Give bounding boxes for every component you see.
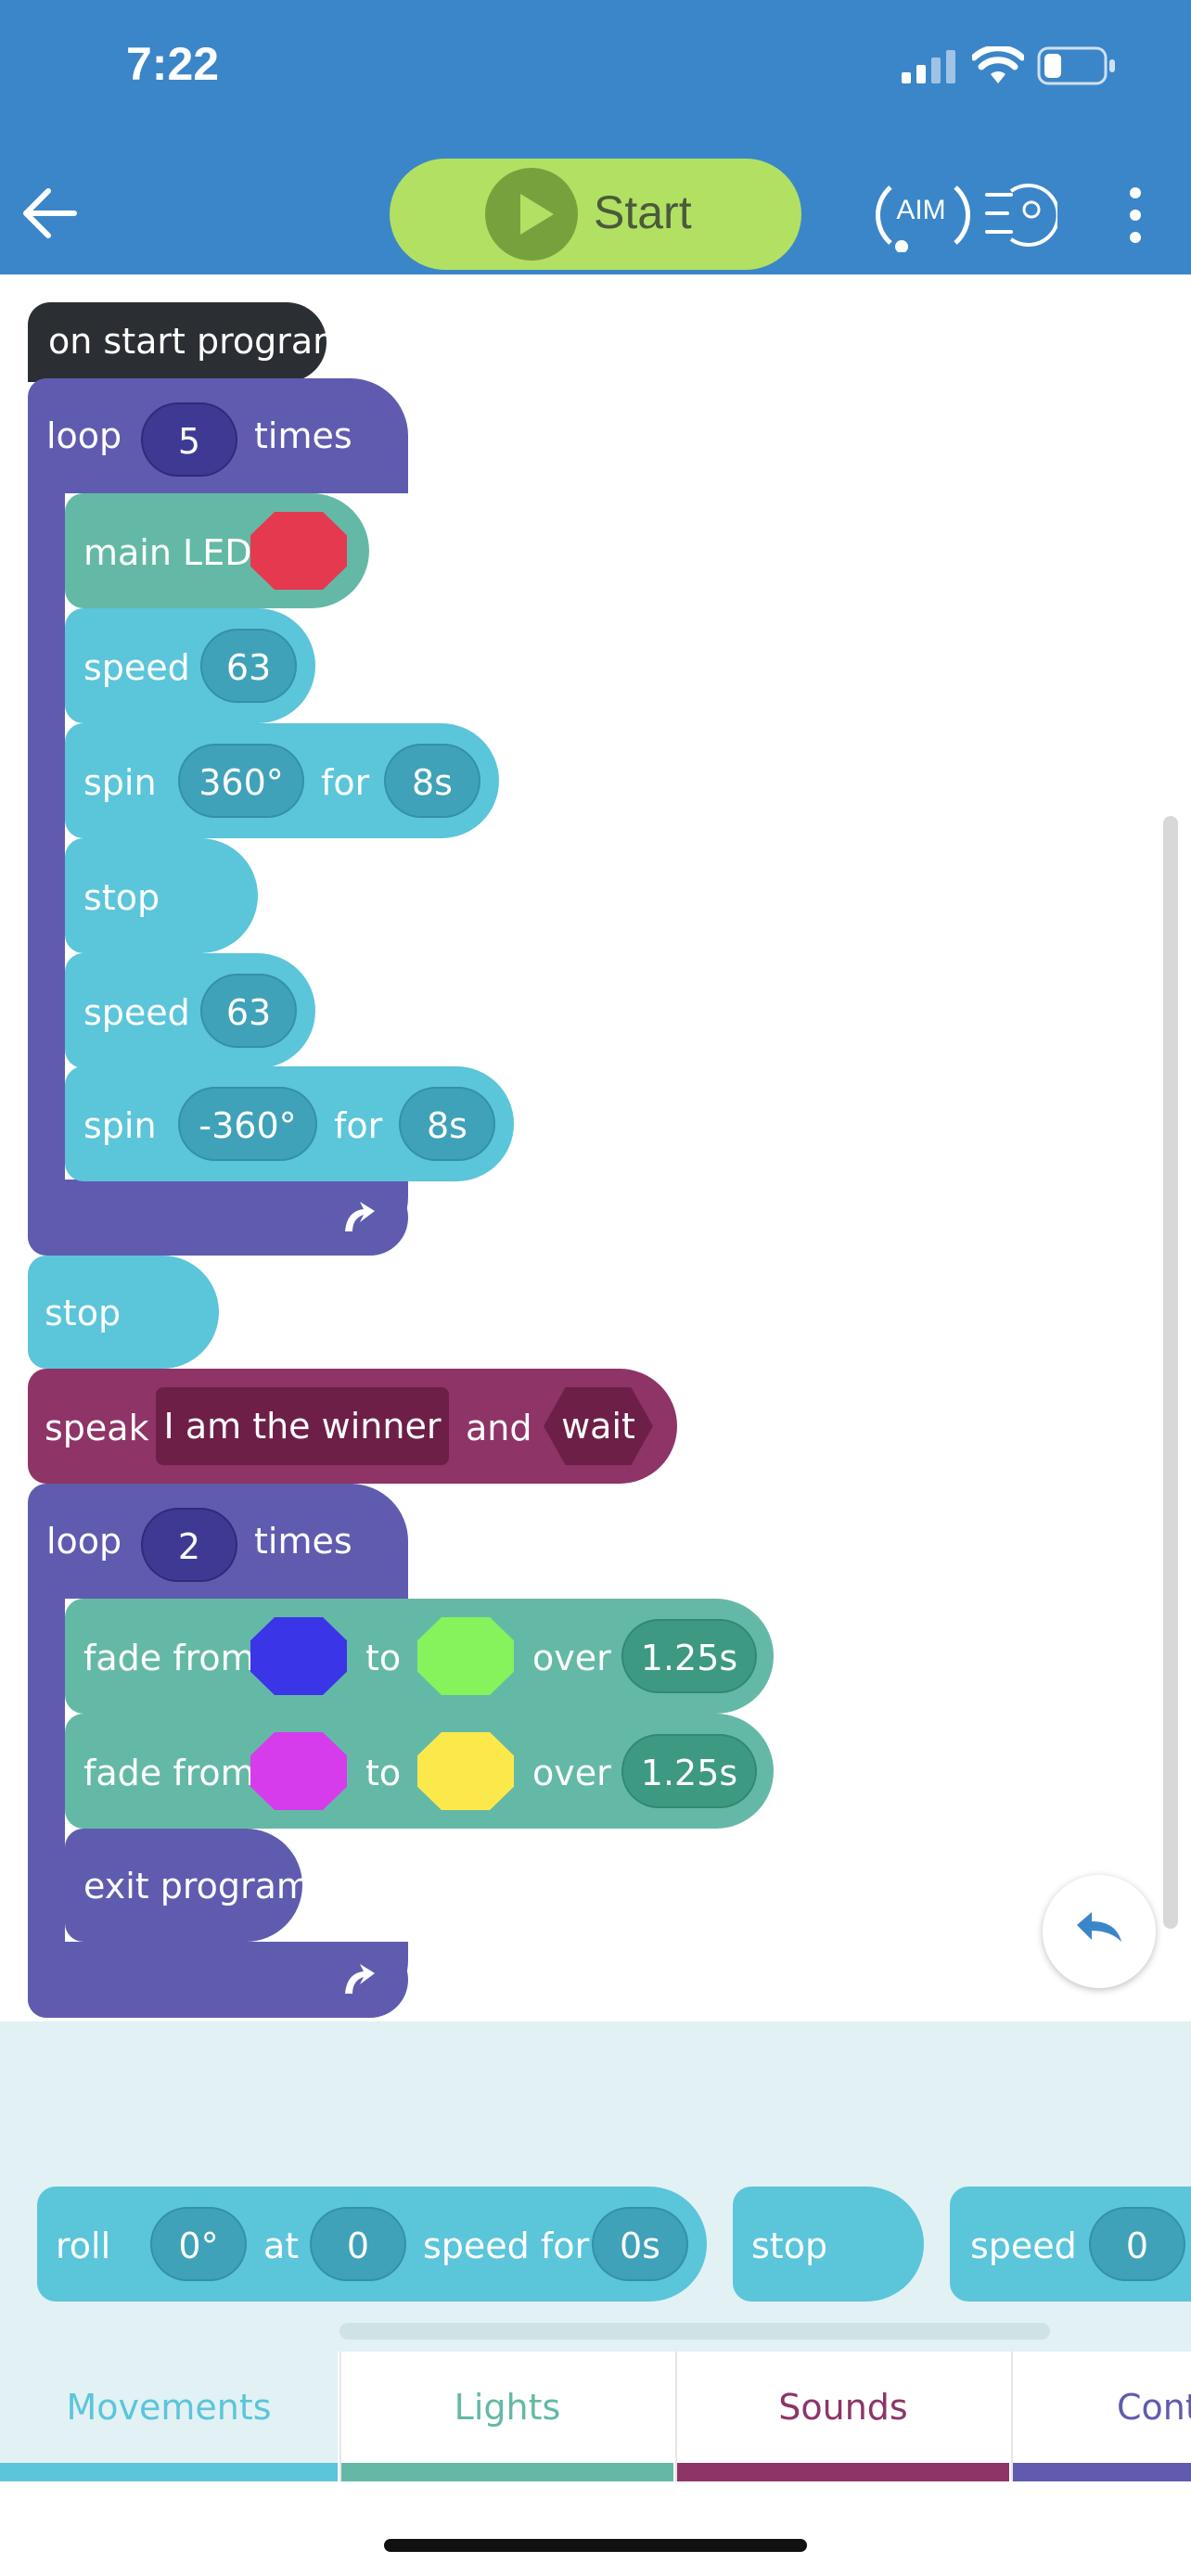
tab-sounds[interactable]: Sounds <box>675 2352 1009 2481</box>
roll-label: roll <box>56 2225 111 2266</box>
stop-block-2[interactable]: stop <box>28 1256 219 1369</box>
tab-color-bar <box>0 2463 338 2481</box>
roll-angle-input[interactable]: 0° <box>150 2207 247 2281</box>
loop-label: loop <box>46 415 122 456</box>
stop-label: stop <box>751 2225 828 2266</box>
drive-speed-icon[interactable] <box>983 182 1057 247</box>
fade-to-color-swatch[interactable] <box>417 1732 514 1810</box>
category-tabs: Movements Lights Sounds Cont <box>0 2352 1191 2481</box>
play-icon[interactable] <box>485 168 578 261</box>
roll-at-label: at <box>263 2225 300 2266</box>
stop-label: stop <box>83 877 160 918</box>
undo-button[interactable] <box>1043 1875 1156 1988</box>
start-block-label: on start program <box>48 321 348 362</box>
palette-speed-block[interactable]: speed 0 <box>950 2187 1191 2302</box>
speak-text-input[interactable]: I am the winner <box>156 1387 449 1465</box>
fade-duration-input[interactable]: 1.25s <box>621 1734 757 1808</box>
palette-roll-block[interactable]: roll 0° at 0 speed for 0s <box>37 2187 707 2302</box>
more-vertical-icon[interactable] <box>1124 185 1146 245</box>
loop-2-footer <box>28 1942 408 2018</box>
fade-over-label: over <box>532 1638 611 1678</box>
loop-label: loop <box>46 1521 122 1562</box>
status-time: 7:22 <box>126 38 220 90</box>
tab-color-bar <box>1013 2463 1191 2481</box>
speed-label: speed <box>970 2225 1077 2266</box>
spin-angle-input[interactable]: 360° <box>178 744 304 818</box>
tab-label: Lights <box>454 2387 561 2428</box>
spin-for-label: for <box>334 1105 383 1146</box>
main-led-label: main LED <box>83 532 252 573</box>
loop-suffix: times <box>254 1521 352 1562</box>
speed-value-input[interactable]: 63 <box>200 974 297 1048</box>
spin-block-1[interactable]: spin 360° for 8s <box>65 723 499 838</box>
loop-count-input[interactable]: 2 <box>141 1508 237 1582</box>
tab-label: Movements <box>66 2387 272 2428</box>
speed-block-2[interactable]: speed 63 <box>65 953 315 1068</box>
spin-angle-input[interactable]: -360° <box>178 1087 317 1161</box>
fade-block-1[interactable]: fade from to over 1.25s <box>65 1599 774 1714</box>
speak-and-label: and <box>466 1408 532 1448</box>
fade-from-color-swatch[interactable] <box>250 1617 347 1695</box>
spin-duration-input[interactable]: 8s <box>399 1087 495 1161</box>
spin-label: spin <box>83 1105 157 1146</box>
loop-count-input[interactable]: 5 <box>141 402 237 477</box>
tab-color-bar <box>341 2463 673 2481</box>
stop-label: stop <box>45 1293 122 1333</box>
fade-duration-input[interactable]: 1.25s <box>621 1619 757 1693</box>
palette-scrollbar[interactable] <box>339 2323 1050 2340</box>
spin-block-2[interactable]: spin -360° for 8s <box>65 1066 514 1181</box>
on-start-program-block[interactable]: on start program <box>28 302 347 382</box>
speak-block[interactable]: speak I am the winner and wait <box>28 1369 677 1484</box>
home-indicator <box>384 2539 807 2552</box>
start-label[interactable]: Start <box>594 185 692 239</box>
loop-suffix: times <box>254 415 352 456</box>
speak-wait-toggle[interactable]: wait <box>544 1387 653 1465</box>
loop-repeat-icon <box>345 1964 375 1994</box>
cellular-signal-icon <box>902 50 955 83</box>
speak-label: speak <box>45 1408 149 1448</box>
spin-duration-input[interactable]: 8s <box>384 744 480 818</box>
spin-label: spin <box>83 762 157 803</box>
fade-to-label: to <box>365 1638 402 1678</box>
fade-label: fade from <box>83 1638 255 1678</box>
fade-over-label: over <box>532 1753 611 1793</box>
wifi-icon <box>972 46 1024 83</box>
tab-label: Cont <box>1117 2387 1191 2428</box>
speed-value-input[interactable]: 63 <box>200 629 297 703</box>
main-led-block[interactable]: main LED <box>65 493 369 608</box>
stop-block-1[interactable]: stop <box>65 838 258 953</box>
tab-controls[interactable]: Cont <box>1011 2352 1191 2481</box>
battery-icon <box>1037 46 1115 85</box>
loop-repeat-icon <box>345 1202 375 1231</box>
fade-to-label: to <box>365 1753 402 1793</box>
tab-label: Sounds <box>778 2387 908 2428</box>
roll-duration-input[interactable]: 0s <box>592 2207 688 2281</box>
loop-1-footer <box>28 1180 408 1256</box>
tab-lights[interactable]: Lights <box>339 2352 673 2481</box>
speed-label: speed <box>83 647 190 688</box>
speed-block-1[interactable]: speed 63 <box>65 608 315 723</box>
fade-block-2[interactable]: fade from to over 1.25s <box>65 1714 774 1829</box>
back-arrow-icon[interactable] <box>20 185 80 241</box>
roll-speed-for-label: speed for <box>423 2225 590 2266</box>
palette-stop-block[interactable]: stop <box>733 2187 924 2302</box>
exit-label: exit program <box>83 1866 311 1906</box>
aim-button[interactable]: AIM <box>863 178 983 252</box>
tab-color-bar <box>677 2463 1009 2481</box>
tab-movements[interactable]: Movements <box>0 2352 338 2481</box>
led-color-swatch[interactable] <box>250 512 347 590</box>
undo-icon <box>1077 1912 1121 1942</box>
fade-from-color-swatch[interactable] <box>250 1732 347 1810</box>
exit-program-block[interactable]: exit program <box>65 1829 311 1942</box>
aim-label: AIM <box>896 195 946 225</box>
canvas-scrollbar[interactable] <box>1163 816 1178 1929</box>
fade-label: fade from <box>83 1753 255 1793</box>
speed-label: speed <box>83 992 190 1033</box>
speed-value-input[interactable]: 0 <box>1089 2207 1185 2281</box>
spin-for-label: for <box>321 762 370 803</box>
roll-speed-input[interactable]: 0 <box>310 2207 406 2281</box>
fade-to-color-swatch[interactable] <box>417 1617 514 1695</box>
